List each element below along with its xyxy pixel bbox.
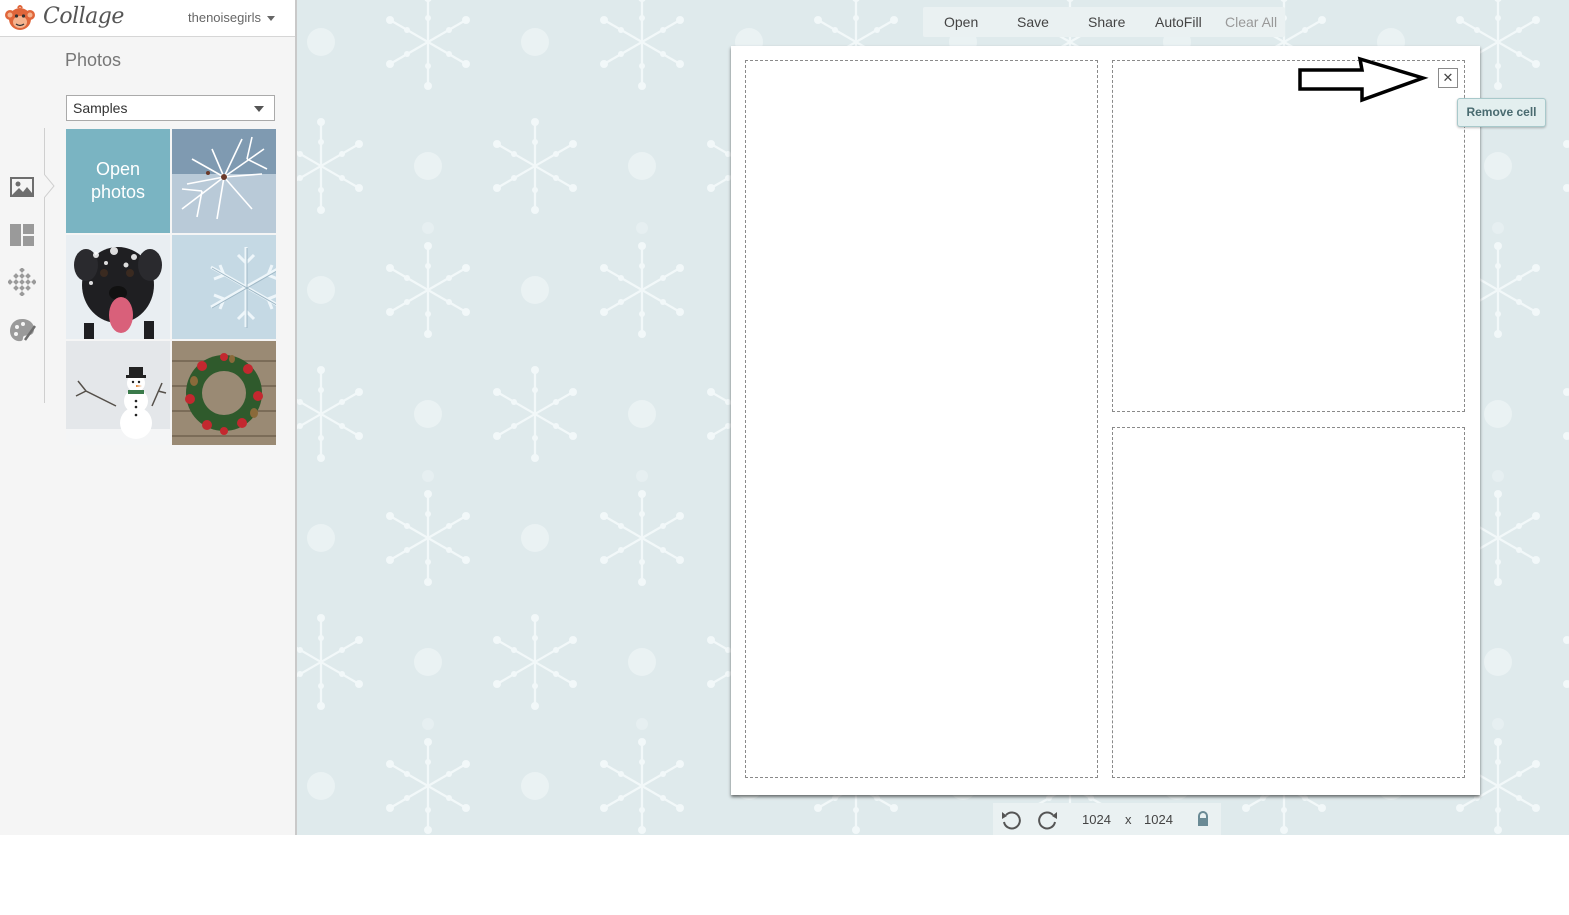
remove-cell-button[interactable]: ✕: [1438, 68, 1458, 88]
palette-icon[interactable]: [8, 316, 36, 344]
dimension-separator: x: [1125, 812, 1132, 827]
photo-thumbnail-frosted-pine[interactable]: [172, 129, 276, 233]
image-icon[interactable]: [8, 173, 36, 201]
canvas-width-field[interactable]: 1024: [1082, 812, 1111, 827]
app-logo-text[interactable]: Collage: [43, 4, 124, 29]
collage-app: Collage thenoisegirls Photos Samples Ope…: [0, 0, 1569, 835]
active-tool-pointer: [44, 174, 55, 198]
open-button[interactable]: Open: [944, 14, 978, 30]
pattern-icon[interactable]: [8, 268, 36, 296]
save-button[interactable]: Save: [1017, 14, 1049, 30]
open-photos-label-line1: Open: [95, 159, 141, 179]
photo-thumbnail-dog-in-snow[interactable]: [66, 235, 170, 339]
autofill-button[interactable]: AutoFill: [1155, 14, 1202, 30]
clear-all-button[interactable]: Clear All: [1225, 14, 1277, 30]
tool-rail-divider: [44, 128, 45, 403]
layout-icon[interactable]: [8, 221, 36, 249]
open-photos-label-line2: photos: [90, 182, 146, 202]
undo-icon[interactable]: [1000, 809, 1022, 831]
canvas-size-bar: 1024 x 1024: [993, 803, 1221, 835]
photo-thumbnail-snowflake[interactable]: [172, 235, 276, 339]
annotation-arrow-icon: [1298, 56, 1429, 103]
remove-cell-tooltip: Remove cell: [1457, 98, 1546, 127]
collage-cell-top-right[interactable]: [1112, 60, 1465, 412]
canvas-height-field[interactable]: 1024: [1144, 812, 1173, 827]
username-label: thenoisegirls: [188, 10, 261, 25]
redo-icon[interactable]: [1037, 809, 1059, 831]
sidebar: Collage thenoisegirls Photos Samples Ope…: [0, 0, 297, 835]
open-photos-button[interactable]: Open photos: [66, 129, 170, 233]
lock-icon[interactable]: [1195, 811, 1211, 827]
chevron-down-icon: [267, 16, 275, 22]
main-toolbar: Open Save Share AutoFill Clear All: [923, 7, 1285, 37]
sample-photos-grid: Open photos: [66, 129, 276, 445]
panel-title: Photos: [65, 50, 122, 70]
collage-cell-left[interactable]: [745, 60, 1098, 778]
monkey-logo-icon[interactable]: [4, 3, 36, 33]
dropdown-arrow-icon: [254, 106, 264, 112]
photo-source-select[interactable]: Samples: [66, 95, 275, 121]
collage-cell-bottom-right[interactable]: [1112, 427, 1465, 778]
user-menu[interactable]: thenoisegirls: [188, 10, 275, 25]
collage-canvas: [731, 46, 1480, 795]
photo-thumbnail-snowman[interactable]: [66, 341, 170, 445]
photo-thumbnail-wreath[interactable]: [172, 341, 276, 445]
top-bar: Collage thenoisegirls: [0, 0, 295, 37]
photo-source-value: Samples: [73, 100, 128, 116]
share-button[interactable]: Share: [1088, 14, 1125, 30]
